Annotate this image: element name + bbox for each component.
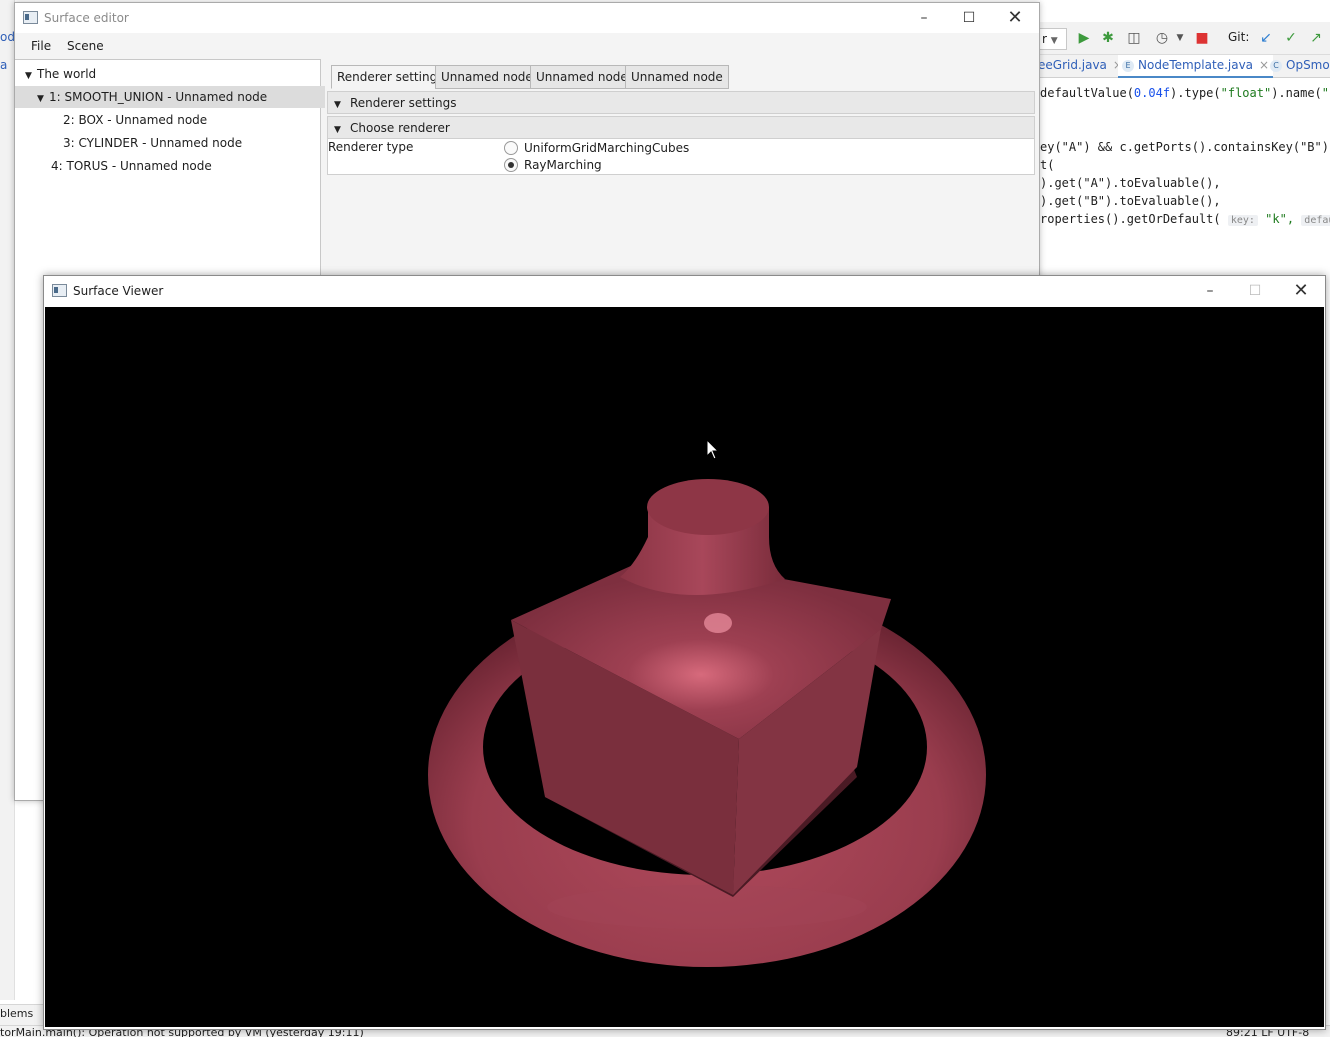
code-line: roperties().getOrDefault( key: "k", defa…: [1040, 212, 1330, 226]
git-update-icon[interactable]: ↙: [1258, 30, 1274, 46]
window-icon: [52, 284, 67, 297]
minimize-icon[interactable]: –: [901, 3, 947, 33]
tree-item-box[interactable]: 2: BOX - Unnamed node: [15, 109, 366, 131]
renderer-type-label: Renderer type: [328, 140, 414, 154]
git-commit-icon[interactable]: ✓: [1283, 30, 1299, 46]
ide-tab[interactable]: C OpSmo: [1270, 55, 1330, 76]
code-line: t(: [1040, 158, 1055, 172]
ide-left-fragment: a: [0, 58, 8, 72]
maximize-icon: ☐: [1248, 283, 1262, 299]
git-label: Git:: [1228, 30, 1250, 44]
window-title: Surface Viewer: [73, 284, 164, 298]
section-choose-renderer[interactable]: ▼ Choose renderer: [327, 116, 1035, 139]
surface-viewer-window: Surface Viewer – ☐ ✕: [43, 275, 1326, 1030]
properties-pane: Renderer settings Unnamed node Unnamed n…: [325, 59, 1037, 277]
radio-ray-marching[interactable]: RayMarching: [504, 156, 602, 174]
window-title: Surface editor: [44, 11, 129, 25]
menu-file[interactable]: File: [31, 39, 51, 53]
tree-item-torus[interactable]: 4: TORUS - Unnamed node: [15, 155, 354, 177]
render-viewport[interactable]: [45, 307, 1324, 1027]
menu-bar: File Scene: [15, 34, 1039, 58]
code-line: ey("A") && c.getPorts().containsKey("B")…: [1040, 140, 1330, 154]
ide-left-strip: ode a: [0, 0, 22, 1000]
enum-icon: E: [1122, 59, 1134, 72]
radio-button[interactable]: [504, 140, 518, 155]
viewer-titlebar[interactable]: Surface Viewer – ☐ ✕: [44, 276, 1325, 306]
tab-renderer-settings[interactable]: Renderer settings: [331, 65, 450, 89]
tab-unnamed-node[interactable]: Unnamed node: [530, 65, 634, 89]
choose-renderer-body: Renderer type UniformGridMarchingCubes R…: [327, 139, 1035, 175]
tree-item-world[interactable]: ▼ The world: [15, 63, 328, 85]
tab-unnamed-node[interactable]: Unnamed node: [625, 65, 729, 89]
ide-tab-active[interactable]: E NodeTemplate.java ×: [1118, 55, 1274, 78]
coverage-icon[interactable]: ◫: [1126, 30, 1142, 46]
editor-titlebar[interactable]: Surface editor – ☐ ✕: [15, 3, 1039, 33]
run-config-dropdown[interactable]: r ▼: [1038, 28, 1067, 50]
minimize-icon[interactable]: –: [1187, 276, 1233, 306]
cylinder-top: [647, 479, 769, 535]
window-icon: [23, 11, 38, 24]
problems-tab[interactable]: blems: [0, 1004, 44, 1025]
stop-icon[interactable]: ■: [1194, 30, 1210, 46]
radio-button-selected[interactable]: [504, 157, 518, 172]
tree-item-smooth-union[interactable]: ▼ 1: SMOOTH_UNION - Unnamed node: [15, 86, 340, 108]
class-icon: C: [1270, 59, 1282, 72]
tree-item-cylinder[interactable]: 3: CYLINDER - Unnamed node: [15, 132, 366, 154]
close-icon[interactable]: ✕: [1278, 276, 1324, 306]
code-line: ).get("A").toEvaluable(),: [1040, 176, 1221, 190]
ide-tab[interactable]: eeGrid.java×: [1038, 55, 1123, 76]
menu-scene[interactable]: Scene: [67, 39, 104, 53]
expand-triangle-icon[interactable]: ▼: [37, 88, 49, 110]
debug-icon[interactable]: ✱: [1100, 30, 1116, 46]
code-line: ).get("B").toEvaluable(),: [1040, 194, 1221, 208]
close-icon[interactable]: ✕: [992, 3, 1038, 33]
rendered-surface: [428, 479, 986, 967]
profile-dropdown-icon[interactable]: ▼: [1172, 30, 1188, 46]
close-icon[interactable]: ×: [1259, 58, 1269, 72]
profile-icon[interactable]: ◷: [1154, 30, 1170, 46]
code-line: defaultValue(0.04f).type("float").name("…: [1040, 86, 1330, 100]
ide-toolbar: r ▼ ▶ ✱ ◫ ◷ ▼ ■ Git: ↙ ✓ ↗: [1038, 22, 1330, 55]
tab-unnamed-node[interactable]: Unnamed node: [435, 65, 539, 89]
git-push-icon[interactable]: ↗: [1308, 30, 1324, 46]
collapse-triangle-icon[interactable]: ▼: [334, 94, 346, 117]
radio-uniform-grid-marching-cubes[interactable]: UniformGridMarchingCubes: [504, 139, 689, 157]
mouse-cursor-icon: [706, 439, 720, 460]
ide-editor-tabs: eeGrid.java× ENodeTemplate.java× COpSmo: [1038, 55, 1330, 78]
run-icon[interactable]: ▶: [1076, 30, 1092, 46]
section-renderer-settings[interactable]: ▼ Renderer settings: [327, 91, 1035, 114]
expand-triangle-icon[interactable]: ▼: [25, 65, 37, 87]
maximize-icon[interactable]: ☐: [946, 3, 992, 33]
